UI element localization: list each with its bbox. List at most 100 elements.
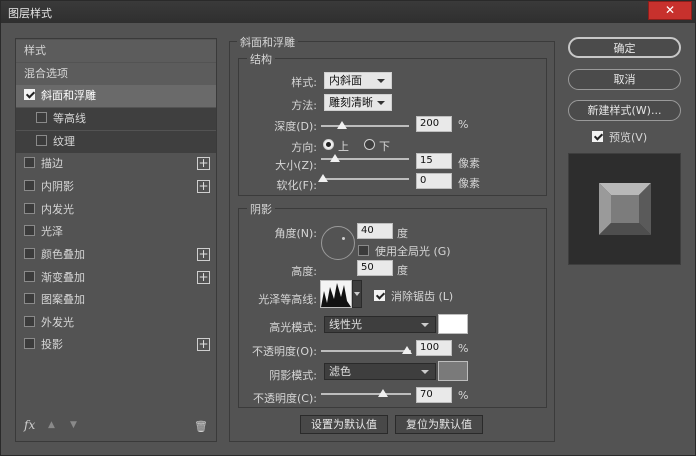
shadow-opacity-thumb[interactable] — [378, 389, 388, 397]
soften-slider-thumb[interactable] — [318, 174, 328, 182]
global-light-option[interactable]: 使用全局光 (G) — [358, 243, 451, 259]
style-item-bevel-emboss[interactable]: 斜面和浮雕 — [16, 85, 216, 107]
contour-checkbox[interactable] — [36, 112, 47, 123]
direction-label: 方向: — [291, 141, 317, 154]
blending-options-item[interactable]: 混合选项 — [16, 63, 216, 85]
pattern-overlay-checkbox[interactable] — [24, 293, 35, 304]
cancel-button[interactable]: 取消 — [568, 69, 681, 90]
add-inner-shadow-icon[interactable]: + — [197, 180, 210, 193]
highlight-color-swatch[interactable] — [438, 314, 468, 334]
angle-dial[interactable] — [321, 226, 355, 260]
style-item-pattern-overlay[interactable]: 图案叠加 — [16, 289, 216, 311]
add-stroke-icon[interactable]: + — [197, 157, 210, 170]
reset-default-button[interactable]: 复位为默认值 — [395, 415, 483, 434]
make-default-button[interactable]: 设置为默认值 — [300, 415, 388, 434]
size-input[interactable]: 15 — [416, 153, 452, 169]
close-button[interactable]: ✕ — [648, 1, 692, 20]
altitude-input[interactable]: 50 — [357, 260, 393, 276]
technique-select[interactable]: 雕刻清晰 — [324, 94, 392, 111]
drop-shadow-checkbox[interactable] — [24, 338, 35, 349]
styles-header[interactable]: 样式 — [16, 40, 216, 62]
new-style-button[interactable]: 新建样式(W)... — [568, 100, 681, 121]
inner-shadow-checkbox[interactable] — [24, 180, 35, 191]
style-item-color-overlay[interactable]: 颜色叠加 + — [16, 244, 216, 266]
style-item-label: 内发光 — [41, 203, 74, 216]
dialog-title: 图层样式 — [8, 7, 52, 20]
shadow-opacity-track[interactable] — [321, 393, 411, 395]
direction-down-radio[interactable] — [364, 139, 375, 150]
preview-checkbox[interactable] — [592, 131, 603, 142]
soften-slider-track[interactable] — [321, 178, 409, 180]
soften-label: 软化(F): — [276, 179, 317, 192]
soften-input[interactable]: 0 — [416, 173, 452, 189]
style-item-label: 颜色叠加 — [41, 248, 85, 261]
highlight-opacity-track[interactable] — [321, 350, 411, 352]
highlight-mode-label: 高光模式: — [269, 321, 317, 334]
style-item-label: 等高线 — [53, 112, 86, 125]
satin-checkbox[interactable] — [24, 225, 35, 236]
altitude-label: 高度: — [291, 265, 317, 278]
bevel-checkbox[interactable] — [24, 89, 35, 100]
trash-icon[interactable]: 🗑 — [194, 420, 208, 433]
highlight-opacity-thumb[interactable] — [402, 346, 412, 354]
style-item-contour[interactable]: 等高线 — [16, 108, 216, 130]
fx-icon[interactable]: fx — [24, 418, 35, 432]
style-item-label: 渐变叠加 — [41, 271, 85, 284]
stroke-checkbox[interactable] — [24, 157, 35, 168]
outer-glow-checkbox[interactable] — [24, 316, 35, 327]
shading-title: 阴影 — [247, 201, 275, 217]
gloss-contour-picker[interactable] — [320, 280, 352, 308]
style-item-stroke[interactable]: 描边 + — [16, 153, 216, 175]
move-up-icon[interactable]: ▲ — [48, 420, 55, 430]
style-item-texture[interactable]: 纹理 — [16, 131, 216, 153]
direction-up-radio[interactable] — [323, 139, 334, 150]
chevron-down-icon — [354, 292, 360, 296]
bevel-style-select[interactable]: 内斜面 — [324, 72, 392, 89]
style-item-satin[interactable]: 光泽 — [16, 221, 216, 243]
style-item-outer-glow[interactable]: 外发光 — [16, 312, 216, 334]
antialias-checkbox[interactable] — [374, 290, 385, 301]
antialias-label: 消除锯齿 (L) — [391, 290, 454, 303]
global-light-checkbox[interactable] — [358, 245, 369, 256]
style-item-inner-shadow[interactable]: 内阴影 + — [16, 176, 216, 198]
depth-label: 深度(D): — [274, 120, 317, 133]
texture-checkbox[interactable] — [36, 135, 47, 146]
depth-slider-track[interactable] — [321, 125, 409, 127]
antialias-option[interactable]: 消除锯齿 (L) — [374, 288, 453, 304]
style-item-gradient-overlay[interactable]: 渐变叠加 + — [16, 267, 216, 289]
depth-slider-thumb[interactable] — [337, 121, 347, 129]
gradient-overlay-checkbox[interactable] — [24, 271, 35, 282]
gloss-contour-label: 光泽等高线: — [258, 293, 317, 306]
preview-option[interactable]: 预览(V) — [592, 129, 647, 145]
add-gradient-overlay-icon[interactable]: + — [197, 271, 210, 284]
shadow-color-swatch[interactable] — [438, 361, 468, 381]
style-item-label: 描边 — [41, 157, 63, 170]
style-item-label: 纹理 — [53, 135, 75, 148]
highlight-opacity-input[interactable]: 100 — [416, 340, 452, 356]
size-slider-thumb[interactable] — [330, 154, 340, 162]
style-item-label: 光泽 — [41, 225, 63, 238]
gloss-contour-dropdown[interactable] — [352, 280, 362, 308]
shadow-opacity-unit: % — [458, 389, 469, 402]
move-down-icon[interactable]: ▼ — [70, 420, 77, 430]
add-drop-shadow-icon[interactable]: + — [197, 338, 210, 351]
style-item-label: 外发光 — [41, 316, 74, 329]
style-item-drop-shadow[interactable]: 投影 + — [16, 334, 216, 356]
depth-input[interactable]: 200 — [416, 116, 452, 132]
style-item-label: 内阴影 — [41, 180, 74, 193]
size-label: 大小(Z): — [275, 159, 317, 172]
altitude-unit: 度 — [397, 264, 408, 277]
angle-dial-dot — [342, 237, 345, 240]
style-item-inner-glow[interactable]: 内发光 — [16, 199, 216, 221]
ok-button[interactable]: 确定 — [568, 37, 681, 58]
shadow-opacity-input[interactable]: 70 — [416, 387, 452, 403]
add-color-overlay-icon[interactable]: + — [197, 248, 210, 261]
color-overlay-checkbox[interactable] — [24, 248, 35, 259]
style-item-label: 斜面和浮雕 — [41, 89, 96, 102]
styles-list-panel: 样式 混合选项 斜面和浮雕 等高线 纹理 描边 + 内阴影 + 内发光 光泽 颜… — [15, 38, 217, 442]
angle-input[interactable]: 40 — [357, 223, 393, 239]
inner-glow-checkbox[interactable] — [24, 203, 35, 214]
shadow-mode-select[interactable]: 滤色 — [324, 363, 436, 380]
highlight-mode-select[interactable]: 线性光 — [324, 316, 436, 333]
angle-label: 角度(N): — [274, 227, 317, 240]
